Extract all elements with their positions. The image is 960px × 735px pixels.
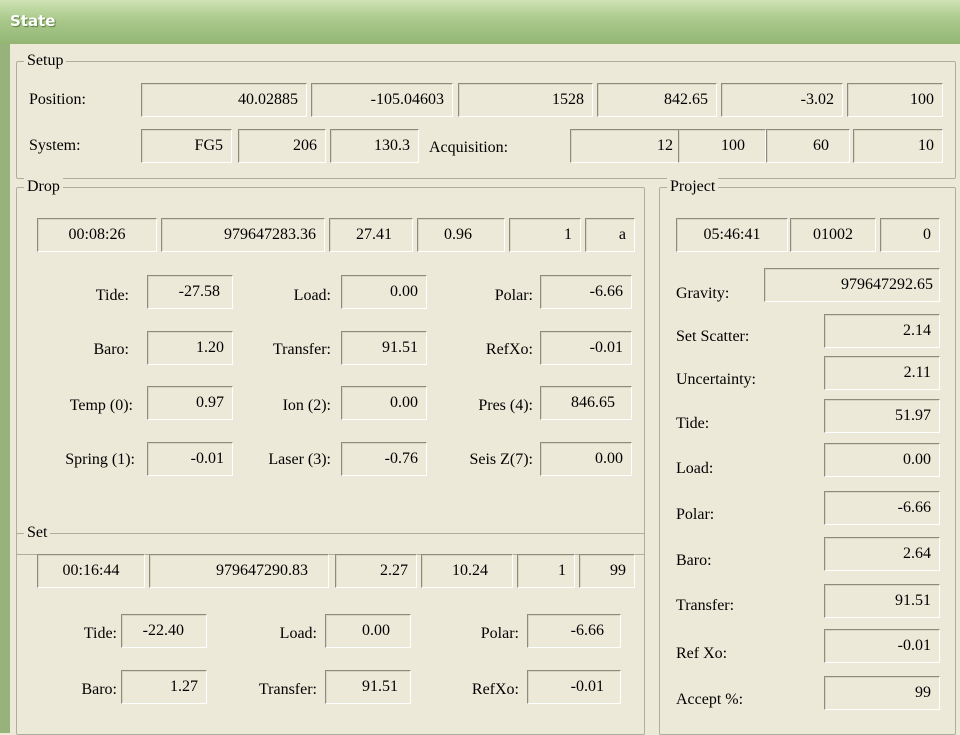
project-gravity-field[interactable]: 979647292.65	[764, 268, 940, 302]
drop-baro-field[interactable]: 1.20	[147, 331, 233, 365]
drop-load-field[interactable]: 0.00	[341, 275, 427, 309]
drop-transfer-field[interactable]: 91.51	[341, 331, 427, 365]
drop-seis-label: Seis Z(7):	[469, 451, 533, 468]
drop-field-1[interactable]: 27.41	[329, 218, 413, 252]
system-height-field[interactable]: 130.3	[330, 129, 419, 163]
project-id-field[interactable]: 01002	[790, 218, 876, 252]
drop-ion-field[interactable]: 0.00	[341, 386, 427, 420]
set-gravity-field[interactable]: 979647290.83	[149, 554, 329, 588]
drop-gravity-field[interactable]: 979647283.36	[161, 218, 325, 252]
project-set-scatter-label: Set Scatter:	[676, 328, 750, 345]
window-title: State	[10, 12, 56, 30]
setup-legend: Setup	[24, 52, 67, 70]
project-set-scatter-field[interactable]: 2.14	[824, 314, 940, 348]
set-time-field[interactable]: 00:16:44	[37, 554, 145, 588]
drop-field-4[interactable]: a	[585, 218, 635, 252]
set-transfer-label: Transfer:	[258, 681, 317, 698]
set-legend: Set	[24, 524, 51, 542]
window-left-border	[0, 44, 10, 733]
drop-polar-field[interactable]: -6.66	[540, 275, 632, 309]
title-bar[interactable]: State	[0, 0, 960, 45]
acquisition-field-4[interactable]: 10	[853, 129, 943, 163]
project-gravity-label: Gravity:	[676, 285, 730, 302]
set-transfer-field[interactable]: 91.51	[325, 670, 411, 704]
drop-pres-label: Pres (4):	[478, 397, 533, 414]
drop-spring-field[interactable]: -0.01	[147, 442, 233, 476]
project-transfer-label: Transfer:	[676, 597, 735, 614]
drop-legend: Drop	[24, 178, 63, 196]
drop-time-field[interactable]: 00:08:26	[37, 218, 157, 252]
set-load-field[interactable]: 0.00	[325, 614, 411, 648]
set-field-4[interactable]: 99	[579, 554, 635, 588]
set-baro-field[interactable]: 1.27	[121, 670, 207, 704]
project-transfer-field[interactable]: 91.51	[824, 584, 940, 618]
set-field-1[interactable]: 2.27	[335, 554, 417, 588]
drop-refxo-field[interactable]: -0.01	[540, 331, 632, 365]
set-field-2[interactable]: 10.24	[421, 554, 513, 588]
project-legend: Project	[667, 178, 719, 196]
set-tide-field[interactable]: -22.40	[121, 614, 207, 648]
state-panel: Setup Position: 40.02885 -105.04603 1528…	[10, 44, 960, 735]
system-meter-field[interactable]: FG5	[141, 129, 232, 163]
project-polar-field[interactable]: -6.66	[824, 491, 940, 525]
set-polar-field[interactable]: -6.66	[527, 614, 621, 648]
project-refxo-label: Ref Xo:	[676, 645, 728, 662]
set-tide-label: Tide:	[83, 625, 117, 642]
position-offset-field[interactable]: -3.02	[721, 83, 843, 117]
set-polar-label: Polar:	[480, 625, 519, 642]
project-group: Project 05:46:41 01002 0 Gravity: 979647…	[659, 178, 956, 735]
set-baro-label: Baro:	[81, 681, 117, 698]
project-accept-label: Accept %:	[676, 691, 744, 708]
drop-temp-label: Temp (0):	[69, 397, 133, 414]
set-refxo-field[interactable]: -0.01	[527, 670, 621, 704]
acquisition-field-3[interactable]: 60	[766, 129, 850, 163]
project-refxo-field[interactable]: -0.01	[824, 629, 940, 663]
set-load-label: Load:	[279, 625, 317, 642]
system-serial-field[interactable]: 206	[238, 129, 326, 163]
project-time-field[interactable]: 05:46:41	[676, 218, 788, 252]
project-load-label: Load:	[676, 460, 714, 477]
drop-load-label: Load:	[293, 287, 331, 304]
drop-refxo-label: RefXo:	[485, 341, 533, 358]
acquisition-field-1[interactable]: 12	[570, 129, 682, 163]
project-load-field[interactable]: 0.00	[824, 443, 940, 477]
drop-polar-label: Polar:	[494, 287, 533, 304]
position-latitude-field[interactable]: 40.02885	[141, 83, 307, 117]
project-polar-label: Polar:	[676, 506, 715, 523]
drop-ion-label: Ion (2):	[282, 397, 331, 414]
position-elevation-field[interactable]: 1528	[458, 83, 593, 117]
drop-baro-label: Baro:	[93, 341, 129, 358]
set-refxo-label: RefXo:	[471, 681, 519, 698]
set-field-3[interactable]: 1	[517, 554, 575, 588]
position-factor-field[interactable]: 100	[847, 83, 943, 117]
drop-pres-field[interactable]: 846.65	[540, 386, 632, 420]
system-label: System:	[29, 137, 81, 154]
project-uncertainty-label: Uncertainty:	[676, 371, 756, 388]
drop-transfer-label: Transfer:	[272, 341, 331, 358]
acquisition-label: Acquisition:	[429, 139, 509, 156]
project-count-field[interactable]: 0	[880, 218, 940, 252]
drop-laser-label: Laser (3):	[268, 451, 331, 468]
position-pressure-field[interactable]: 842.65	[597, 83, 717, 117]
position-label: Position:	[29, 91, 86, 108]
drop-spring-label: Spring (1):	[65, 451, 135, 468]
acquisition-field-2[interactable]: 100	[678, 129, 766, 163]
drop-group: Drop 00:08:26 979647283.36 27.41 0.96 1 …	[16, 178, 645, 555]
drop-tide-label: Tide:	[95, 287, 129, 304]
project-tide-field[interactable]: 51.97	[824, 399, 940, 433]
project-accept-field[interactable]: 99	[824, 676, 940, 710]
drop-laser-field[interactable]: -0.76	[341, 442, 427, 476]
project-tide-label: Tide:	[676, 415, 710, 432]
project-baro-field[interactable]: 2.64	[824, 537, 940, 571]
setup-group: Setup Position: 40.02885 -105.04603 1528…	[16, 52, 956, 179]
drop-field-2[interactable]: 0.96	[417, 218, 505, 252]
project-uncertainty-field[interactable]: 2.11	[824, 356, 940, 390]
set-group: Set 00:16:44 979647290.83 2.27 10.24 1 9…	[16, 524, 645, 735]
drop-seis-field[interactable]: 0.00	[540, 442, 632, 476]
drop-field-3[interactable]: 1	[509, 218, 581, 252]
position-longitude-field[interactable]: -105.04603	[311, 83, 453, 117]
drop-tide-field[interactable]: -27.58	[147, 275, 233, 309]
project-baro-label: Baro:	[676, 552, 712, 569]
drop-temp-field[interactable]: 0.97	[147, 386, 233, 420]
